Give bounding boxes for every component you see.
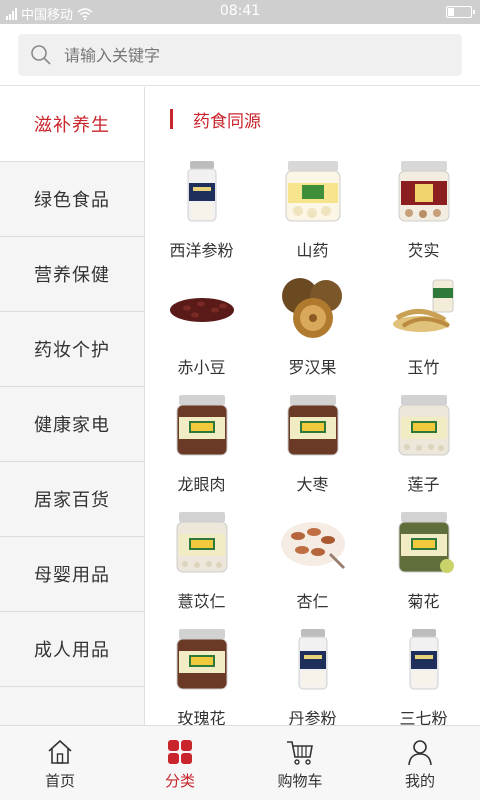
- sidebar-item-label: 药妆个护: [34, 340, 110, 361]
- section-title-text: 药食同源: [193, 111, 261, 132]
- product-image: [398, 512, 454, 573]
- product-item[interactable]: 杏仁: [257, 508, 368, 625]
- product-item[interactable]: 莲子: [368, 391, 479, 508]
- search-input[interactable]: [64, 45, 424, 65]
- tab-label: 分类: [164, 772, 195, 790]
- sidebar-item-label: 营养保健: [34, 265, 110, 286]
- product-image: [281, 522, 346, 570]
- search-box[interactable]: [18, 34, 462, 76]
- sidebar-item-label: 成人用品: [34, 640, 110, 661]
- user-icon: [408, 740, 432, 766]
- home-icon: [48, 739, 72, 764]
- product-name: 玫瑰花: [177, 709, 226, 725]
- product-image: [393, 279, 454, 332]
- battery-icon: [446, 6, 475, 18]
- bottom-tab-bar: 首页 分类 购物车 我的: [0, 725, 480, 800]
- tab-category[interactable]: 分类: [120, 726, 240, 800]
- product-name: 山药: [296, 241, 329, 260]
- product-item[interactable]: 芡实: [368, 157, 479, 274]
- product-name: 莲子: [407, 475, 440, 494]
- search-area: [0, 24, 480, 86]
- tab-label: 我的: [404, 772, 435, 790]
- product-name: 大枣: [296, 475, 329, 494]
- product-image: [170, 298, 234, 322]
- tab-label: 首页: [44, 772, 75, 790]
- product-image: [398, 395, 450, 456]
- product-name: 玉竹: [407, 358, 440, 377]
- sidebar-item-label: 健康家电: [34, 415, 110, 436]
- product-name: 罗汉果: [288, 358, 337, 377]
- product-item[interactable]: 山药: [257, 157, 368, 274]
- sidebar-item-label: 绿色食品: [34, 190, 110, 211]
- tab-mine[interactable]: 我的: [360, 726, 480, 800]
- product-image: [398, 161, 450, 222]
- sidebar-item-label: 居家百货: [34, 490, 110, 511]
- product-image: [187, 161, 217, 222]
- product-name: 赤小豆: [177, 358, 226, 377]
- product-item[interactable]: 玉竹: [368, 274, 479, 391]
- product-item[interactable]: 丹参粉: [257, 625, 368, 725]
- category-content: 药食同源 西洋参粉 山药 芡实赤小豆 罗汉果 玉竹龙眼肉 大枣 莲子薏苡仁 杏仁 菊花玫瑰花 丹参…: [146, 87, 480, 725]
- tab-cart[interactable]: 购物车: [240, 726, 360, 800]
- product-item[interactable]: 薏苡仁: [146, 508, 257, 625]
- category-icon: [168, 740, 192, 764]
- product-name: 龙眼肉: [177, 475, 226, 494]
- product-image: [282, 278, 342, 338]
- product-image: [287, 395, 339, 456]
- product-item[interactable]: 大枣: [257, 391, 368, 508]
- tab-label: 购物车: [277, 772, 323, 790]
- status-bar: 中国移动 08:41: [0, 0, 480, 24]
- section-title: 药食同源: [170, 107, 261, 132]
- sidebar-item-health-appliances[interactable]: 健康家电: [0, 387, 144, 462]
- product-image: [409, 629, 439, 690]
- sidebar-item-personal-care[interactable]: 药妆个护: [0, 312, 144, 387]
- sidebar-item-nourish[interactable]: 滋补养生: [0, 87, 144, 162]
- product-item[interactable]: 菊花: [368, 508, 479, 625]
- product-item[interactable]: 西洋参粉: [146, 157, 257, 274]
- product-item[interactable]: 三七粉: [368, 625, 479, 725]
- search-icon: [31, 45, 51, 65]
- product-image: [176, 629, 228, 690]
- product-image: [285, 161, 341, 222]
- product-item[interactable]: 龙眼肉: [146, 391, 257, 508]
- product-image: [298, 629, 328, 690]
- sidebar-item-baby[interactable]: 母婴用品: [0, 537, 144, 612]
- cart-icon: [287, 741, 313, 765]
- sidebar-item-nutrition[interactable]: 营养保健: [0, 237, 144, 312]
- sidebar-item-home-goods[interactable]: 居家百货: [0, 462, 144, 537]
- product-name: 西洋参粉: [169, 241, 234, 260]
- sidebar-item-label: 母婴用品: [34, 565, 110, 586]
- product-name: 薏苡仁: [177, 592, 226, 611]
- sidebar-item-label: 滋补养生: [34, 115, 110, 136]
- product-name: 杏仁: [296, 592, 329, 611]
- product-image: [176, 395, 228, 456]
- sidebar-item-adult[interactable]: 成人用品: [0, 612, 144, 687]
- product-name: 菊花: [407, 592, 440, 611]
- product-item[interactable]: 赤小豆: [146, 274, 257, 391]
- category-sidebar: 滋补养生 绿色食品 营养保健 药妆个护 健康家电 居家百货 母婴用品 成人用品: [0, 87, 145, 725]
- product-name: 芡实: [407, 241, 440, 260]
- product-item[interactable]: 玫瑰花: [146, 625, 257, 725]
- product-image: [176, 512, 228, 573]
- product-name: 丹参粉: [288, 709, 337, 725]
- product-item[interactable]: 罗汉果: [257, 274, 368, 391]
- tab-home[interactable]: 首页: [0, 726, 120, 800]
- status-time: 08:41: [219, 3, 261, 19]
- section-title-bar: [170, 109, 173, 129]
- sidebar-item-green-food[interactable]: 绿色食品: [0, 162, 144, 237]
- product-name: 三七粉: [399, 709, 448, 725]
